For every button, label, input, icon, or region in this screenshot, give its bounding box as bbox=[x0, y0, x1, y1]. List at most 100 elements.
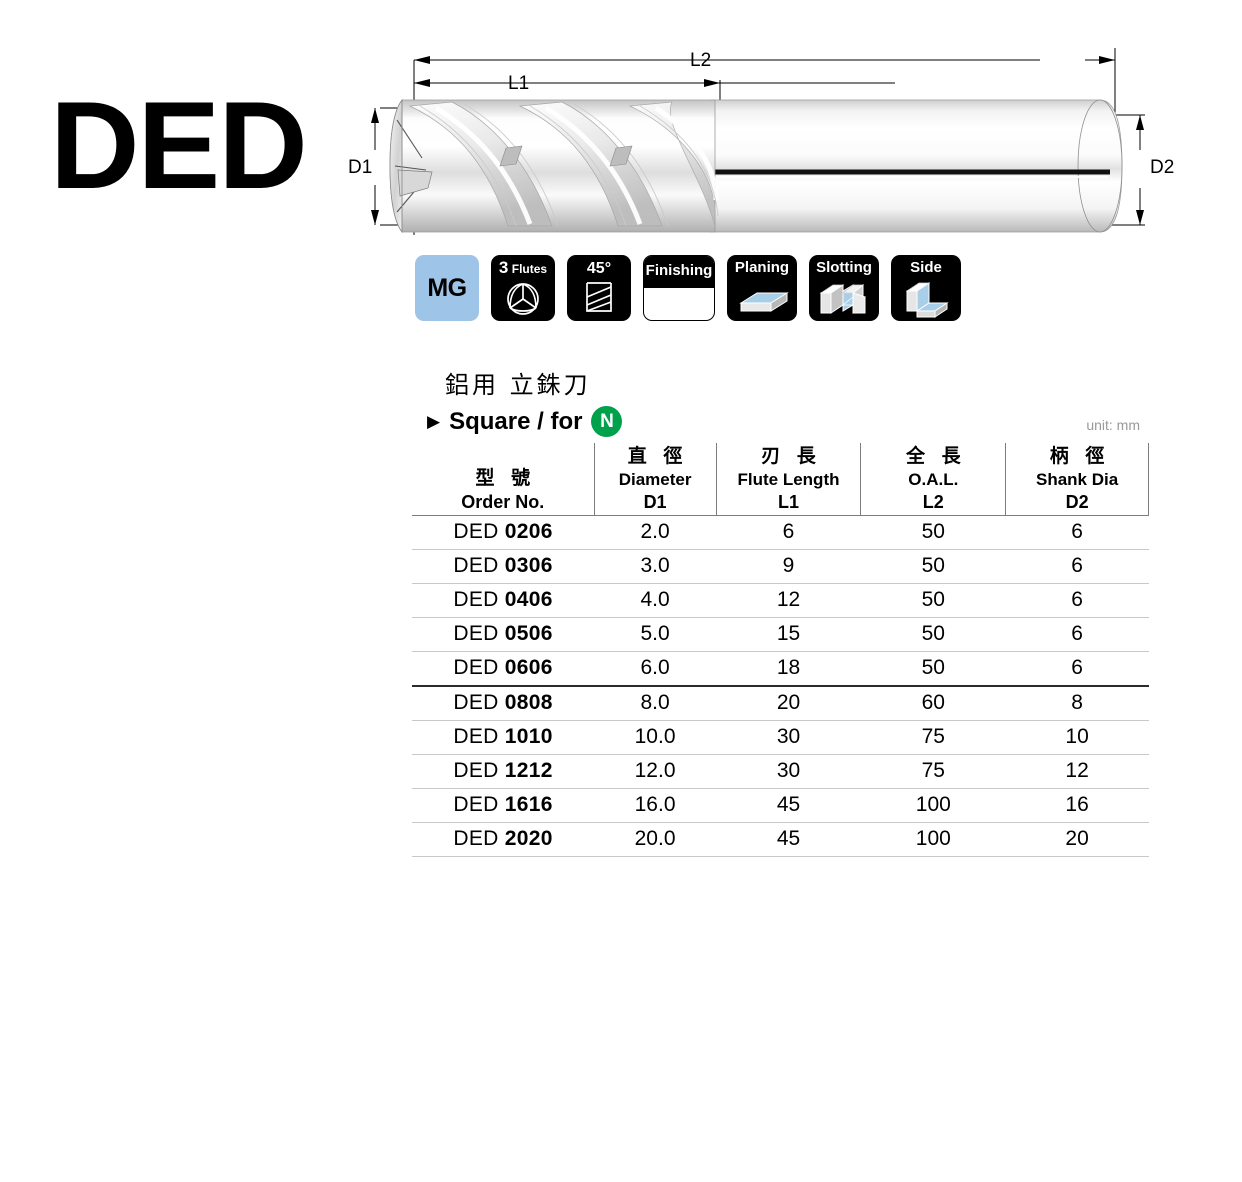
header-order-no: 型 號 Order No. bbox=[412, 443, 595, 516]
order-number: 1212 bbox=[504, 759, 553, 782]
header-oal: 全 長 O.A.L. L2 bbox=[860, 443, 1007, 516]
header-diameter: 直 徑 Diameter D1 bbox=[594, 443, 717, 516]
order-prefix: DED bbox=[453, 725, 505, 748]
cell-shank-dia: 6 bbox=[1005, 549, 1149, 584]
badge-material-group[interactable]: MG bbox=[415, 255, 479, 321]
cell-order-no: DED 2020 bbox=[412, 822, 595, 857]
table-row[interactable]: DED 0306 3.0 9 50 6 bbox=[412, 549, 1149, 584]
cell-shank-dia: 20 bbox=[1005, 822, 1149, 857]
cell-flute-length: 30 bbox=[716, 720, 861, 755]
header-flute-length: 刃 長 Flute Length L1 bbox=[716, 443, 862, 516]
cell-order-no: DED 0506 bbox=[412, 617, 595, 652]
dimension-label-d1: D1 bbox=[348, 157, 372, 178]
planing-label: Planing bbox=[734, 259, 790, 276]
header-flute-length-cn: 刃 長 bbox=[761, 445, 821, 468]
cell-shank-dia: 16 bbox=[1005, 788, 1149, 823]
table-row[interactable]: DED 1212 12.0 30 75 12 bbox=[412, 754, 1149, 789]
cell-oal: 50 bbox=[860, 515, 1006, 550]
badge-finishing[interactable]: Finishing bbox=[643, 255, 715, 321]
cell-diameter: 20.0 bbox=[594, 822, 717, 857]
header-order-no-cn: 型 號 bbox=[475, 467, 536, 490]
triangle-right-icon: ▶ bbox=[427, 412, 441, 431]
series-code-title: DED bbox=[50, 77, 308, 215]
badge-helix-angle[interactable]: 45° bbox=[567, 255, 631, 321]
helix-angle-label: 45° bbox=[586, 260, 612, 277]
heading-chinese: 鋁用 立銖刀 bbox=[445, 371, 591, 399]
order-prefix: DED bbox=[453, 588, 505, 611]
cell-order-no: DED 0808 bbox=[412, 685, 595, 721]
order-prefix: DED bbox=[453, 759, 505, 782]
mg-label: MG bbox=[427, 273, 467, 302]
badge-planing[interactable]: Planing bbox=[727, 255, 797, 321]
cell-oal: 50 bbox=[860, 651, 1006, 687]
planing-workpiece-icon bbox=[727, 277, 797, 319]
badge-flute-count[interactable]: 3 Flutes bbox=[491, 255, 555, 321]
cell-oal: 100 bbox=[860, 788, 1006, 823]
cell-diameter: 5.0 bbox=[594, 617, 717, 652]
table-row[interactable]: DED 0606 6.0 18 50 6 bbox=[412, 651, 1149, 687]
header-flute-length-en: Flute Length bbox=[737, 470, 840, 490]
three-flute-endview-icon bbox=[491, 277, 555, 319]
table-row[interactable]: DED 0206 2.0 6 50 6 bbox=[412, 515, 1149, 550]
cell-shank-dia: 10 bbox=[1005, 720, 1149, 755]
cell-diameter: 4.0 bbox=[594, 583, 717, 618]
heading-english: Square / for bbox=[449, 407, 583, 435]
flute-count-number: 3 bbox=[498, 258, 509, 277]
cell-diameter: 2.0 bbox=[594, 515, 717, 550]
slotting-workpiece-icon bbox=[809, 277, 879, 319]
cell-diameter: 8.0 bbox=[594, 685, 717, 721]
cell-oal: 75 bbox=[860, 720, 1006, 755]
cell-shank-dia: 6 bbox=[1005, 617, 1149, 652]
table-row[interactable]: DED 0506 5.0 15 50 6 bbox=[412, 617, 1149, 652]
cell-diameter: 6.0 bbox=[594, 651, 717, 687]
cell-diameter: 3.0 bbox=[594, 549, 717, 584]
order-prefix: DED bbox=[453, 622, 505, 645]
table-header-row: 型 號 Order No. 直 徑 Diameter D1 刃 長 Flute … bbox=[412, 443, 1149, 516]
table-row[interactable]: DED 0808 8.0 20 60 8 bbox=[412, 685, 1149, 721]
slotting-label: Slotting bbox=[816, 259, 872, 276]
cell-diameter: 10.0 bbox=[594, 720, 717, 755]
order-number: 1010 bbox=[504, 725, 553, 748]
table-row[interactable]: DED 0406 4.0 12 50 6 bbox=[412, 583, 1149, 618]
header-diameter-en: Diameter bbox=[618, 470, 692, 490]
table-row[interactable]: DED 1010 10.0 30 75 10 bbox=[412, 720, 1149, 755]
order-number: 0808 bbox=[504, 691, 553, 714]
header-shank-dia-cn: 柄 徑 bbox=[1049, 445, 1110, 468]
cell-oal: 75 bbox=[860, 754, 1006, 789]
order-prefix: DED bbox=[453, 827, 505, 850]
cell-flute-length: 20 bbox=[716, 685, 861, 721]
cell-oal: 50 bbox=[860, 583, 1006, 618]
cell-order-no: DED 1212 bbox=[412, 754, 595, 789]
order-number: 1616 bbox=[504, 793, 553, 816]
order-number: 2020 bbox=[504, 827, 553, 850]
order-number: 0506 bbox=[504, 622, 553, 645]
header-shank-dia: 柄 徑 Shank Dia D2 bbox=[1005, 443, 1149, 516]
cell-order-no: DED 0206 bbox=[412, 515, 595, 550]
table-row[interactable]: DED 2020 20.0 45 100 20 bbox=[412, 822, 1149, 857]
cell-shank-dia: 8 bbox=[1005, 685, 1149, 721]
order-prefix: DED bbox=[453, 554, 505, 577]
feature-badge-row: MG 3 Flutes 45° Finishing Planing Slotti… bbox=[415, 255, 961, 321]
catalog-heading-block: 鋁用 立銖刀 ▶ Square / for N unit: mm bbox=[427, 365, 1145, 437]
dimension-label-l1: L1 bbox=[508, 73, 529, 94]
header-oal-en: O.A.L. bbox=[908, 470, 959, 490]
header-shank-dia-sym: D2 bbox=[1065, 492, 1089, 513]
cell-order-no: DED 0606 bbox=[412, 651, 595, 687]
order-prefix: DED bbox=[453, 691, 505, 714]
dimension-label-l2: L2 bbox=[690, 50, 711, 71]
unit-note: unit: mm bbox=[1086, 417, 1140, 433]
order-number: 0406 bbox=[504, 588, 553, 611]
badge-side-milling[interactable]: Side bbox=[891, 255, 961, 321]
table-row[interactable]: DED 1616 16.0 45 100 16 bbox=[412, 788, 1149, 823]
header-oal-cn: 全 長 bbox=[906, 445, 966, 468]
order-number: 0206 bbox=[504, 520, 553, 543]
header-flute-length-sym: L1 bbox=[777, 492, 799, 513]
cell-flute-length: 45 bbox=[716, 822, 861, 857]
order-number: 0306 bbox=[504, 554, 553, 577]
header-order-no-sym: Order No. bbox=[461, 492, 545, 513]
order-prefix: DED bbox=[453, 656, 505, 679]
cell-flute-length: 30 bbox=[716, 754, 861, 789]
badge-slotting[interactable]: Slotting bbox=[809, 255, 879, 321]
cell-diameter: 12.0 bbox=[594, 754, 717, 789]
material-group-badge-n[interactable]: N bbox=[591, 406, 623, 437]
